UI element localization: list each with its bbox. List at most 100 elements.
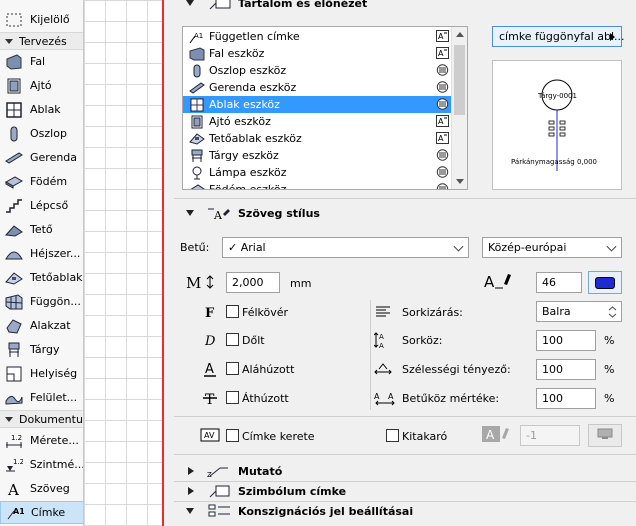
section-symbol-label[interactable]: Szimbólum címke [174, 481, 636, 501]
symbol-label-icon[interactable] [436, 149, 449, 161]
justification-label: Sorkizárás: [402, 306, 463, 319]
spinner-icon [608, 305, 617, 319]
section-pointer[interactable]: Z Mutató [174, 461, 636, 481]
scroll-up-icon[interactable] [456, 32, 464, 37]
tool-object[interactable]: Tárgy [0, 338, 83, 361]
symbol-label-icon[interactable] [436, 64, 449, 76]
tool-list-item[interactable]: A1 Független címke A [183, 28, 453, 45]
pen-color-button[interactable] [588, 271, 622, 294]
font-label: Betű: [180, 241, 210, 254]
symbol-label-icon[interactable] [436, 183, 449, 189]
tool-list-label: Független címke [209, 30, 300, 43]
tool-label: Tető [30, 223, 53, 236]
tool-label: Héjszer... [30, 247, 81, 260]
tool-list-item[interactable]: Tárgy eszköz [183, 147, 453, 164]
symbol-label-icon[interactable] [436, 98, 449, 110]
tool-morph[interactable]: Alakzat [0, 314, 83, 337]
tool-list-item[interactable]: Ablak eszköz [183, 96, 453, 113]
tool-text[interactable]: A Szöveg [0, 477, 83, 500]
tool-list-label: Tárgy eszköz [209, 149, 279, 162]
section-title: Konszignációs jel beállításai [238, 504, 414, 518]
group-header-document[interactable]: Dokumentum [0, 410, 83, 428]
line-spacing-input[interactable]: 100 [536, 330, 596, 351]
tool-list[interactable]: A1 Független címke A Fal eszköz A Oszlop eszk… [182, 26, 468, 190]
width-factor-input[interactable]: 100 [536, 359, 596, 380]
tool-list-label: Lámpa eszköz [209, 166, 287, 179]
preview-sill-text: Párkánymagasság 0,000 [511, 158, 598, 166]
label-frame-checkbox[interactable] [226, 429, 239, 442]
tool-selection[interactable]: Kijelölő [0, 8, 83, 31]
scroll-thumb[interactable] [454, 45, 465, 115]
scroll-down-icon[interactable] [456, 179, 464, 184]
tool-slab[interactable]: Födém [0, 170, 83, 193]
text-size-input[interactable]: 2,000 [226, 272, 280, 293]
svg-text:A: A [438, 117, 444, 126]
section-text-style[interactable]: A Szöveg stílus [174, 202, 636, 224]
separator [174, 416, 636, 417]
tool-window[interactable]: Ablak [0, 98, 83, 121]
tool-list-item[interactable]: Fal eszköz A [183, 45, 453, 62]
tool-roof[interactable]: Tető [0, 218, 83, 241]
tool-list-item[interactable]: Gerenda eszköz [183, 79, 453, 96]
justification-select[interactable]: Balra [536, 301, 622, 322]
italic-checkbox[interactable] [226, 333, 239, 346]
pen-number-input[interactable]: 46 [536, 272, 582, 293]
svg-text:A: A [438, 49, 444, 58]
fill-color-button[interactable] [588, 424, 622, 447]
text-label-icon[interactable]: A [436, 115, 449, 127]
tool-zone[interactable]: Helyiség [0, 362, 83, 385]
tool-list-item[interactable]: Födém eszköz [183, 181, 453, 189]
section-consignment[interactable]: Konszignációs jel beállításai [174, 501, 636, 521]
tool-shell[interactable]: Héjszer... [0, 242, 83, 265]
tool-wall[interactable]: Fal [0, 50, 83, 73]
tool-column[interactable]: Oszlop [0, 122, 83, 145]
strikethrough-checkbox[interactable] [226, 391, 239, 404]
column-icon [189, 64, 205, 78]
level-dimension-icon: 1.2 [3, 455, 25, 475]
tool-door[interactable]: Ajtó [0, 74, 83, 97]
svg-text:A: A [374, 392, 380, 401]
tool-list-item[interactable]: Lámpa eszköz [183, 164, 453, 181]
tool-curtain-wall[interactable]: Függön... [0, 290, 83, 313]
line-spacing-label: Sorköz: [402, 334, 443, 347]
label-frame-label: Címke kerete [242, 430, 315, 443]
tool-label: Oszlop [30, 127, 67, 140]
fill-pen-input[interactable]: -1 [520, 425, 580, 446]
tool-level-dimension[interactable]: 1.2 Szintmé... [0, 453, 83, 476]
symbol-label-icon[interactable] [436, 166, 449, 178]
symbol-label-icon[interactable] [436, 81, 449, 93]
svg-text:A: A [484, 273, 495, 290]
underline-checkbox[interactable] [226, 362, 239, 375]
fill-pen-value: -1 [526, 429, 537, 442]
list-scrollbar[interactable] [451, 27, 467, 189]
label-preview: Tárgy-0001 Párkánymagasság 0,000 [492, 60, 622, 190]
label-type-button[interactable]: címke függönyfal abl... [492, 26, 625, 47]
drawing-canvas[interactable] [84, 0, 164, 526]
text-label-icon[interactable]: A [436, 30, 449, 42]
tool-mesh[interactable]: Felület... [0, 386, 83, 409]
tool-list-item[interactable]: Ajtó eszköz A [183, 113, 453, 130]
tool-skylight[interactable]: Tetőablak [0, 266, 83, 289]
tool-beam[interactable]: Gerenda [0, 146, 83, 169]
font-select[interactable]: ✓ Arial [222, 237, 469, 258]
text-label-icon[interactable]: A [436, 132, 449, 144]
tool-label: Szöveg [30, 482, 70, 495]
tool-label-active[interactable]: A1 Címke [0, 501, 83, 524]
symbol-label-icon [206, 483, 232, 499]
tool-label: Függön... [30, 295, 81, 308]
group-label: Dokumentum [19, 412, 83, 426]
text-style-icon: A [206, 205, 232, 221]
character-spacing-input[interactable]: 100 [536, 388, 596, 409]
bold-checkbox[interactable] [226, 305, 239, 318]
section-title: Tartalom és előnézet [238, 0, 368, 10]
tool-stair[interactable]: Lépcső [0, 194, 83, 217]
tool-dimension[interactable]: 1.2 Mérete... [0, 429, 83, 452]
group-header-design[interactable]: Tervezés [0, 32, 83, 50]
section-content-preview[interactable]: Tartalom és előnézet [174, 0, 636, 14]
encoding-select[interactable]: Közép-európai [482, 237, 622, 258]
independent-label-icon: A1 [189, 30, 205, 44]
text-label-icon[interactable]: A [436, 47, 449, 59]
tool-list-item[interactable]: Oszlop eszköz [183, 62, 453, 79]
opaque-checkbox[interactable] [386, 429, 399, 442]
tool-list-item[interactable]: Tetőablak eszköz A [183, 130, 453, 147]
